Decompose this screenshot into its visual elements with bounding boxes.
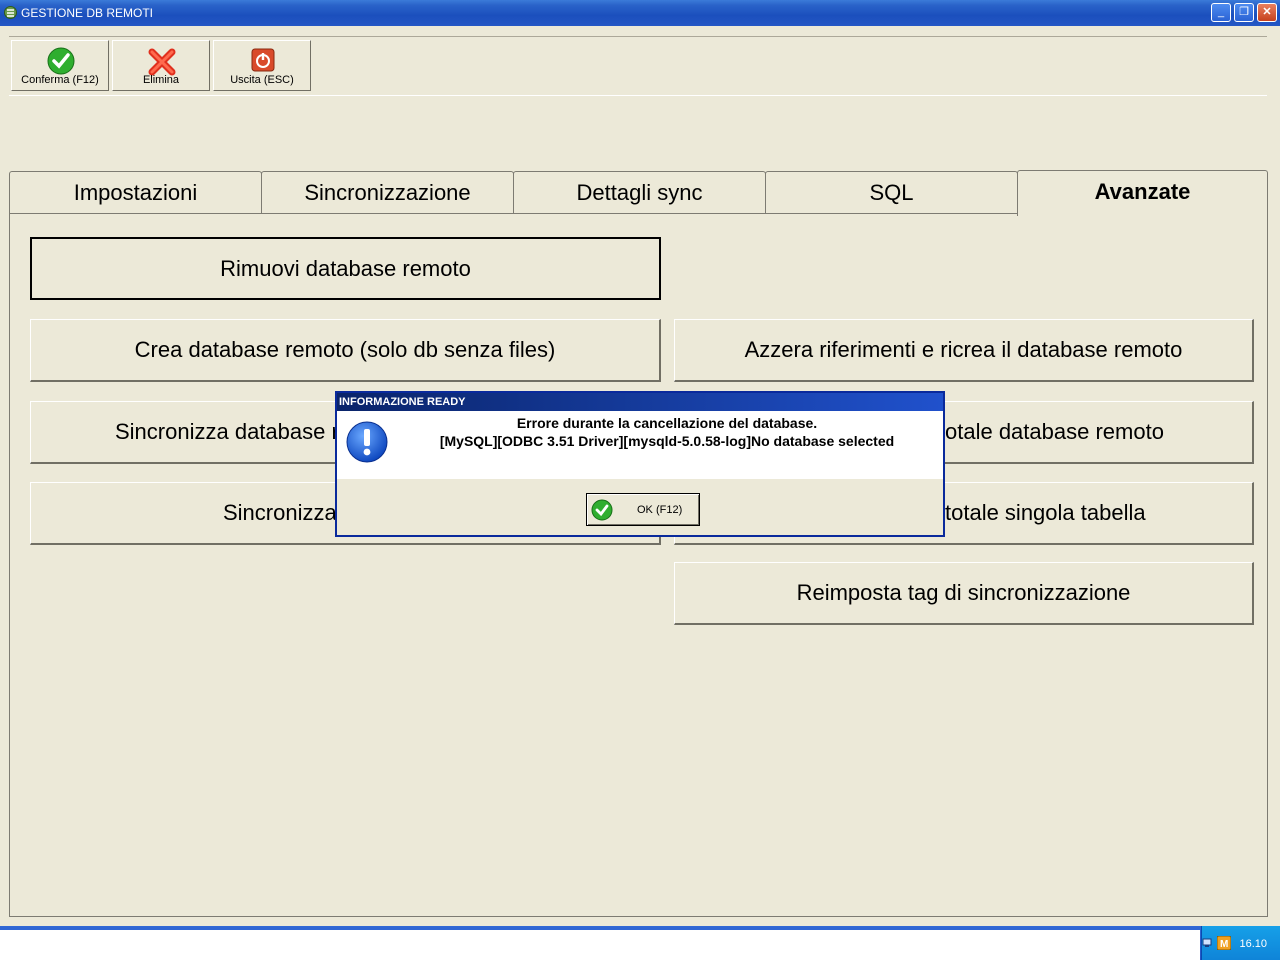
close-button[interactable]: ✕: [1257, 3, 1277, 22]
tab-sql[interactable]: SQL: [765, 171, 1018, 213]
reset-sync-tag-button[interactable]: Reimposta tag di sincronizzazione: [674, 562, 1254, 625]
delete-label: Elimina: [142, 74, 180, 86]
tab-impostazioni[interactable]: Impostazioni: [9, 171, 262, 213]
minimize-icon: _: [1217, 6, 1225, 18]
close-icon: ✕: [1262, 6, 1272, 18]
tab-strip: Impostazioni Sincronizzazione Dettagli s…: [9, 170, 1269, 216]
tab-avanzate[interactable]: Avanzate: [1017, 170, 1268, 216]
exit-label: Uscita (ESC): [230, 74, 294, 86]
ok-label: OK (F12): [637, 504, 683, 516]
check-icon: [591, 499, 613, 521]
dialog-body: Errore durante la cancellazione del data…: [337, 411, 943, 479]
m-app-icon[interactable]: M: [1217, 936, 1231, 950]
ok-button[interactable]: OK (F12): [586, 493, 700, 526]
toolbar: Conferma (F12) Elimina Uscita (ESC): [9, 36, 1267, 96]
dialog-title: INFORMAZIONE READY: [337, 393, 943, 411]
dialog-footer: OK (F12): [337, 479, 943, 535]
dialog-message-line1: Errore durante la cancellazione del data…: [516, 415, 818, 431]
title-bar: GESTIONE DB REMOTI _ ❐ ✕: [0, 0, 1280, 26]
system-tray: M 16.10: [1201, 926, 1280, 960]
confirm-label: Conferma (F12): [21, 74, 99, 86]
exclamation-icon: [346, 421, 388, 463]
minimize-button[interactable]: _: [1211, 3, 1231, 22]
remove-remote-db-button[interactable]: Rimuovi database remoto: [30, 237, 661, 300]
clock[interactable]: 16.10: [1239, 938, 1267, 950]
reset-recreate-remote-db-button[interactable]: Azzera riferimenti e ricrea il database …: [674, 319, 1254, 382]
svg-text:M: M: [1220, 939, 1228, 950]
dialog-message-line2: [MySQL][ODBC 3.51 Driver][mysqld-5.0.58-…: [439, 433, 895, 449]
create-remote-db-button[interactable]: Crea database remoto (solo db senza file…: [30, 319, 661, 382]
taskbar: M 16.10: [0, 926, 1280, 960]
exit-button[interactable]: Uscita (ESC): [213, 40, 311, 91]
tab-sincronizzazione[interactable]: Sincronizzazione: [261, 171, 514, 213]
confirm-button[interactable]: Conferma (F12): [11, 40, 109, 91]
check-icon: [47, 47, 75, 75]
restore-button[interactable]: ❐: [1234, 3, 1254, 22]
power-icon: [251, 48, 275, 72]
tab-dettagli-sync[interactable]: Dettagli sync: [513, 171, 766, 213]
window-title: GESTIONE DB REMOTI: [21, 6, 154, 20]
delete-x-icon: [148, 48, 176, 76]
app-icon: [4, 6, 17, 19]
taskbar-window-area: [0, 930, 1200, 960]
restore-icon: ❐: [1239, 6, 1249, 18]
delete-button[interactable]: Elimina: [112, 40, 210, 91]
network-icon[interactable]: [1202, 937, 1214, 949]
info-dialog: INFORMAZIONE READY Errore durante la can…: [335, 391, 945, 537]
